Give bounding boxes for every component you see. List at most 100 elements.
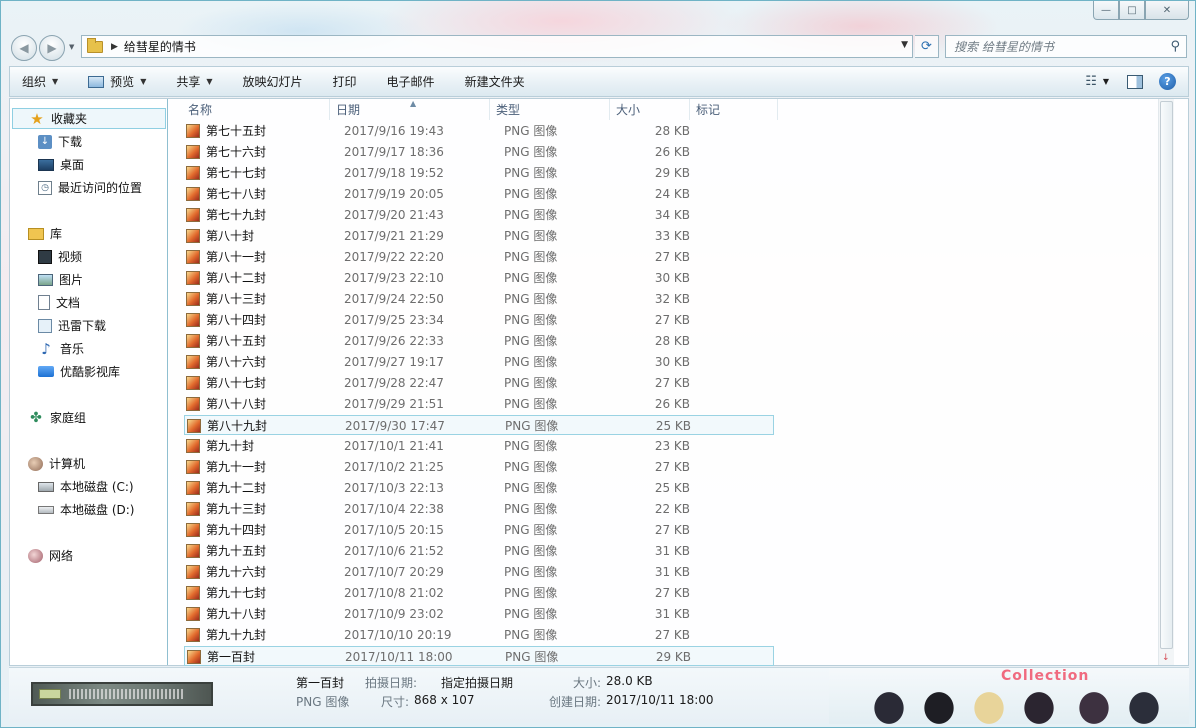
file-row[interactable]: 第九十三封 2017/10/4 22:38 PNG 图像 22 KB [184,499,774,519]
file-name-cell[interactable]: 第九十六封 [186,562,336,582]
file-row[interactable]: 第八十六封 2017/9/27 19:17 PNG 图像 30 KB [184,352,774,372]
breadcrumb-current-folder[interactable]: 给彗星的情书 [124,38,196,55]
file-row[interactable]: 第八十五封 2017/9/26 22:33 PNG 图像 28 KB [184,331,774,351]
file-name-cell[interactable]: 第九十三封 [186,499,336,519]
file-row[interactable]: 第九十六封 2017/10/7 20:29 PNG 图像 31 KB [184,562,774,582]
organize-menu[interactable]: 组织 ▼ [10,67,70,96]
breadcrumb-chevron-icon[interactable]: ▶ [111,42,118,52]
sidebar-item-videos[interactable]: 视频 [38,246,82,267]
file-row[interactable]: 第八十九封 2017/9/30 17:47 PNG 图像 25 KB [184,415,774,435]
sidebar-item-disk-d[interactable]: 本地磁盘 (D:) [38,499,134,520]
file-row[interactable]: 第七十五封 2017/9/16 19:43 PNG 图像 28 KB [184,121,774,141]
file-name-cell[interactable]: 第八十三封 [186,289,336,309]
address-history-dropdown-icon[interactable]: ▼ [901,40,908,50]
file-name-cell[interactable]: 第八十五封 [186,331,336,351]
sidebar-item-libraries[interactable]: 库 [12,223,166,244]
scroll-down-arrow-icon[interactable]: ↓ [1162,653,1170,663]
scrollbar-thumb[interactable] [1160,101,1173,649]
print-button[interactable]: 打印 [315,67,369,96]
help-icon[interactable]: ? [1159,73,1176,90]
sidebar-item-desktop[interactable]: 桌面 [38,154,84,175]
file-name-cell[interactable]: 第七十五封 [186,121,336,141]
file-row[interactable]: 第七十八封 2017/9/19 20:05 PNG 图像 24 KB [184,184,774,204]
file-row[interactable]: 第九十封 2017/10/1 21:41 PNG 图像 23 KB [184,436,774,456]
change-view-icon[interactable]: ☷ [1085,74,1097,89]
minimize-button[interactable]: — [1093,1,1119,20]
sidebar-item-youku[interactable]: 优酷影视库 [38,361,120,382]
file-name-cell[interactable]: 第八十八封 [186,394,336,414]
file-name-cell[interactable]: 第八十一封 [186,247,336,267]
file-row[interactable]: 第八十封 2017/9/21 21:29 PNG 图像 33 KB [184,226,774,246]
sidebar-item-recent-places[interactable]: ◷ 最近访问的位置 [38,177,142,198]
file-name-cell[interactable]: 第九十七封 [186,583,336,603]
sidebar-item-documents[interactable]: 文档 [38,292,80,313]
file-row[interactable]: 第一百封 2017/10/11 18:00 PNG 图像 29 KB [184,646,774,666]
file-row[interactable]: 第九十七封 2017/10/8 21:02 PNG 图像 27 KB [184,583,774,603]
file-name-cell[interactable]: 第一百封 [187,647,337,667]
file-name-cell[interactable]: 第八十六封 [186,352,336,372]
file-row[interactable]: 第九十八封 2017/10/9 23:02 PNG 图像 31 KB [184,604,774,624]
file-row[interactable]: 第八十三封 2017/9/24 22:50 PNG 图像 32 KB [184,289,774,309]
file-row[interactable]: 第八十八封 2017/9/29 21:51 PNG 图像 26 KB [184,394,774,414]
file-name-cell[interactable]: 第八十九封 [187,416,337,436]
file-row[interactable]: 第七十七封 2017/9/18 19:52 PNG 图像 29 KB [184,163,774,183]
file-name-cell[interactable]: 第八十二封 [186,268,336,288]
file-name-cell[interactable]: 第七十七封 [186,163,336,183]
file-name-cell[interactable]: 第八十封 [186,226,336,246]
preview-menu[interactable]: 预览 ▼ [70,67,158,96]
file-name-cell[interactable]: 第九十八封 [186,604,336,624]
sidebar-item-network[interactable]: 网络 [12,545,166,566]
file-row[interactable]: 第九十二封 2017/10/3 22:13 PNG 图像 25 KB [184,478,774,498]
new-folder-button[interactable]: 新建文件夹 [447,67,537,96]
file-name-cell[interactable]: 第九十九封 [186,625,336,645]
file-name-cell[interactable]: 第九十五封 [186,541,336,561]
preview-pane-icon[interactable] [1127,74,1143,89]
file-name-cell[interactable]: 第七十六封 [186,142,336,162]
sidebar-item-thunder-downloads[interactable]: 迅雷下载 [38,315,106,336]
search-input[interactable] [954,39,1154,54]
recent-pages-dropdown-icon[interactable]: ▼ [69,43,79,53]
search-icon[interactable]: ⚲ [1170,39,1180,54]
sidebar-item-favorites[interactable]: ★ 收藏夹 [12,108,166,129]
address-bar[interactable]: ▶ 给彗星的情书 ▼ [81,35,913,58]
sidebar-item-disk-c[interactable]: 本地磁盘 (C:) [38,476,134,497]
column-header-name[interactable]: 名称 [182,99,330,120]
sidebar-item-downloads[interactable]: ↓ 下载 [38,131,82,152]
slideshow-button[interactable]: 放映幻灯片 [225,67,315,96]
file-name-cell[interactable]: 第八十四封 [186,310,336,330]
column-header-type[interactable]: 类型 [490,99,610,120]
file-name-cell[interactable]: 第九十一封 [186,457,336,477]
details-taken-value[interactable]: 指定拍摄日期 [441,674,513,691]
search-box[interactable]: ⚲ [945,35,1187,58]
email-button[interactable]: 电子邮件 [369,67,447,96]
vertical-scrollbar[interactable]: ↓ [1158,99,1174,665]
file-name-cell[interactable]: 第七十九封 [186,205,336,225]
sidebar-item-pictures[interactable]: 图片 [38,269,83,290]
file-row[interactable]: 第九十五封 2017/10/6 21:52 PNG 图像 31 KB [184,541,774,561]
file-name-cell[interactable]: 第七十八封 [186,184,336,204]
column-header-date[interactable]: 日期 [330,99,490,120]
file-row[interactable]: 第八十四封 2017/9/25 23:34 PNG 图像 27 KB [184,310,774,330]
share-menu[interactable]: 共享 ▼ [158,67,224,96]
file-row[interactable]: 第九十四封 2017/10/5 20:15 PNG 图像 27 KB [184,520,774,540]
file-row[interactable]: 第七十九封 2017/9/20 21:43 PNG 图像 34 KB [184,205,774,225]
sidebar-item-music[interactable]: ♪ 音乐 [38,338,84,359]
maximize-button[interactable]: □ [1119,1,1145,20]
sidebar-item-homegroup[interactable]: ✤ 家庭组 [12,407,166,428]
column-header-tags[interactable]: 标记 [690,99,778,120]
file-row[interactable]: 第九十一封 2017/10/2 21:25 PNG 图像 27 KB [184,457,774,477]
file-row[interactable]: 第八十一封 2017/9/22 22:20 PNG 图像 27 KB [184,247,774,267]
file-name-cell[interactable]: 第九十二封 [186,478,336,498]
forward-button[interactable]: ▶ [39,35,65,61]
file-name-cell[interactable]: 第八十七封 [186,373,336,393]
close-button[interactable]: ✕ [1145,1,1189,20]
file-name-cell[interactable]: 第九十封 [186,436,336,456]
sidebar-item-computer[interactable]: 计算机 [12,453,166,474]
view-options-chevron-icon[interactable]: ▼ [1103,77,1109,86]
file-row[interactable]: 第八十二封 2017/9/23 22:10 PNG 图像 30 KB [184,268,774,288]
file-row[interactable]: 第七十六封 2017/9/17 18:36 PNG 图像 26 KB [184,142,774,162]
file-name-cell[interactable]: 第九十四封 [186,520,336,540]
refresh-button[interactable]: ⟳ [915,35,939,58]
column-header-size[interactable]: 大小 [610,99,690,120]
file-row[interactable]: 第八十七封 2017/9/28 22:47 PNG 图像 27 KB [184,373,774,393]
